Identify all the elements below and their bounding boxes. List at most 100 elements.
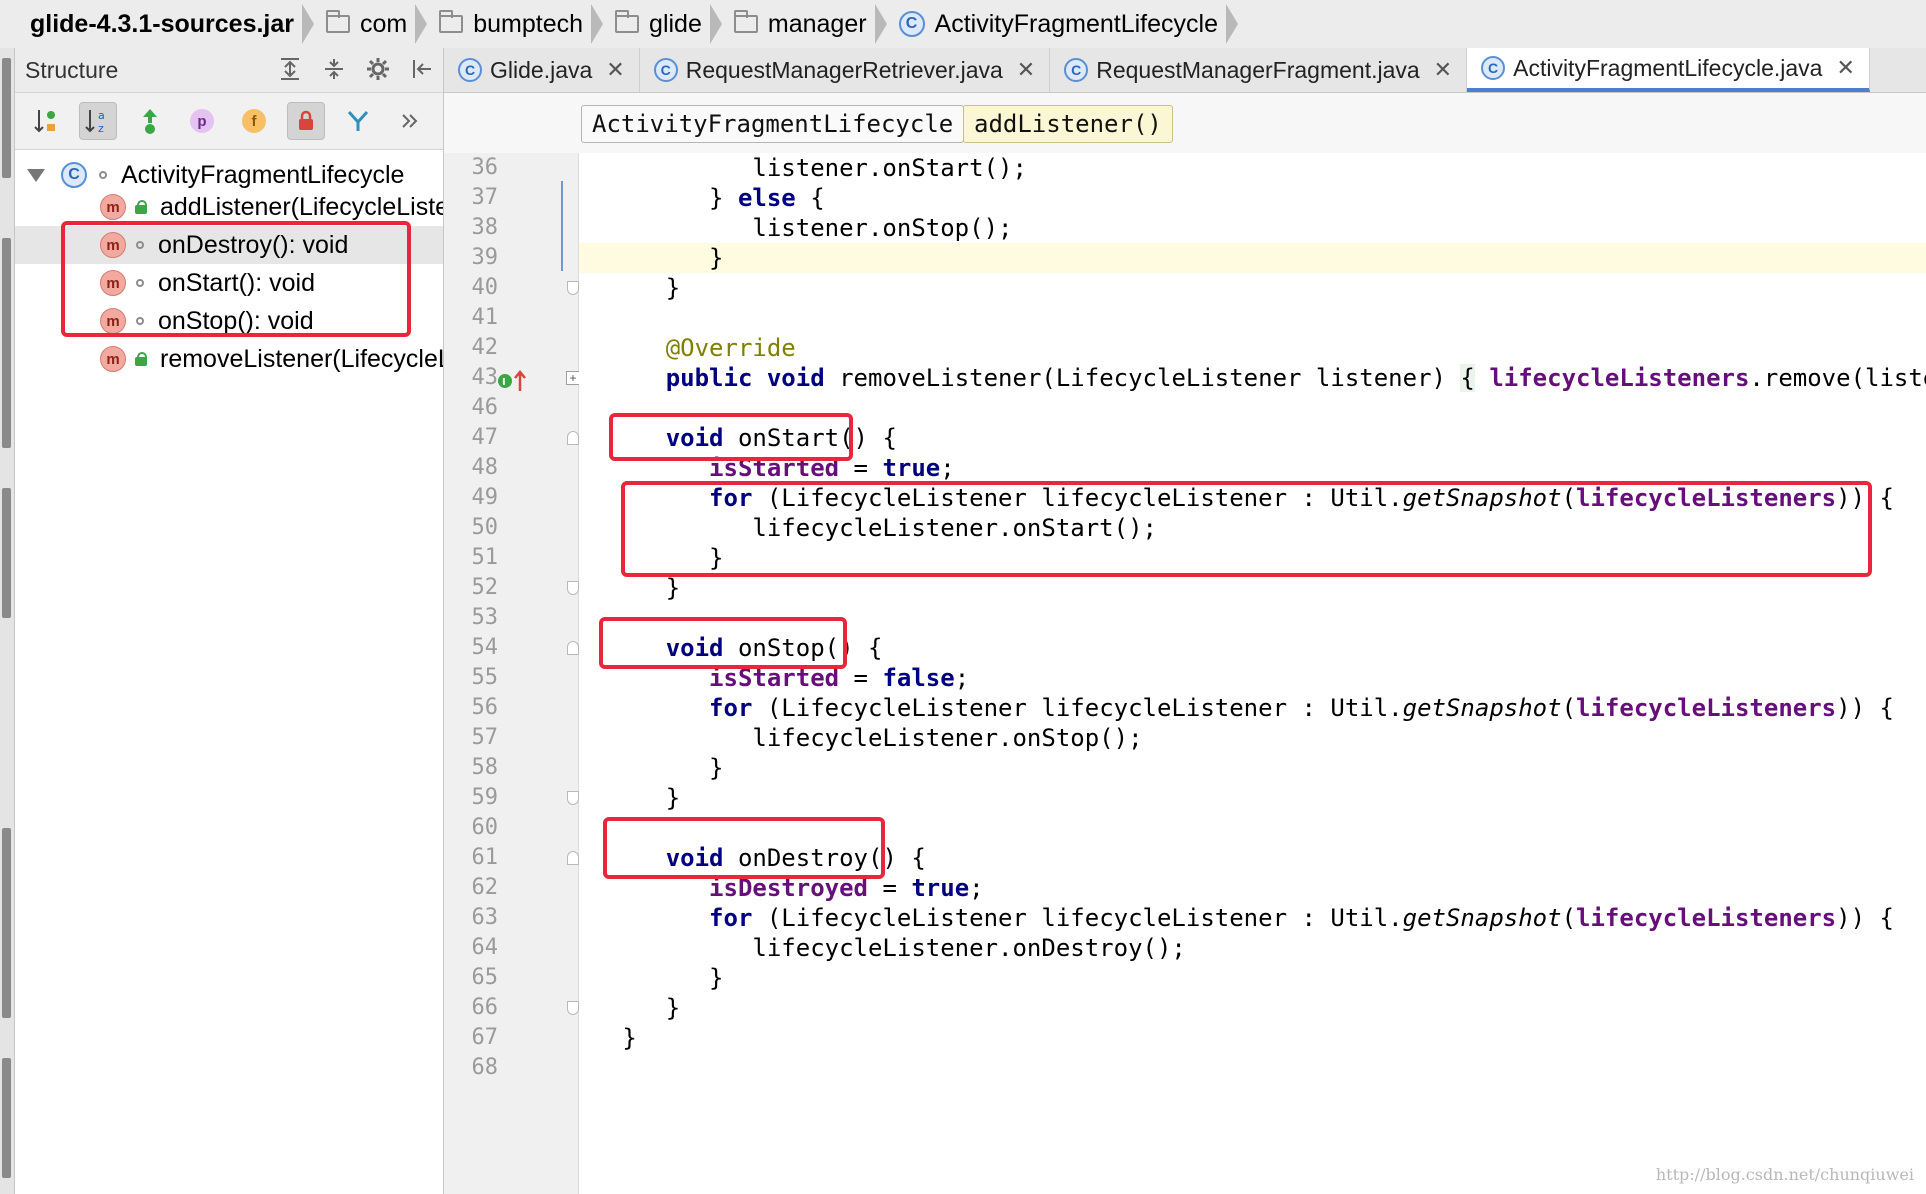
breadcrumb-bumptech[interactable]: bumptech: [429, 0, 605, 48]
breadcrumb-glide[interactable]: glide: [605, 0, 724, 48]
close-icon[interactable]: ✕: [606, 57, 624, 83]
line-number: 60: [471, 815, 499, 840]
show-anonymous-icon[interactable]: [339, 102, 377, 140]
code-text: }: [709, 184, 738, 212]
code-line-43: public void removeListener(LifecycleList…: [579, 363, 1926, 393]
code-text: =: [839, 664, 883, 692]
highlight-box-for-loop: [621, 481, 1872, 577]
breadcrumb-com[interactable]: com: [316, 0, 429, 48]
show-non-public-icon[interactable]: [287, 102, 325, 140]
editor-tab-bar: C Glide.java ✕ C RequestManagerRetriever…: [444, 48, 1926, 93]
editor-breadcrumb: ActivityFragmentLifecycle addListener(): [444, 93, 1926, 154]
code-text: {: [795, 184, 825, 212]
editor-breadcrumb-method[interactable]: addListener(): [963, 105, 1173, 143]
svg-text:a: a: [98, 109, 105, 122]
fold-marker[interactable]: [567, 851, 579, 865]
fold-marker[interactable]: [567, 791, 579, 805]
highlight-box-ondestroy: [603, 817, 885, 879]
more-icon[interactable]: [391, 102, 429, 140]
line-number: 62: [471, 875, 499, 900]
fold-marker[interactable]: [567, 431, 579, 445]
code-keyword: public: [665, 364, 753, 392]
close-icon[interactable]: ✕: [1017, 57, 1035, 83]
code-keyword: false: [882, 664, 955, 692]
show-fields-icon[interactable]: f: [235, 102, 273, 140]
tree-item-removelistener[interactable]: m removeListener(LifecycleListener): voi…: [100, 340, 443, 378]
favorites-tool-button[interactable]: [2, 1058, 11, 1178]
code-text: .remove(listener);: [1749, 364, 1926, 392]
gear-icon[interactable]: [365, 56, 391, 82]
line-number: 48: [471, 455, 499, 480]
folder-icon: [439, 10, 464, 33]
tree-item-label: ActivityFragmentLifecycle: [121, 160, 405, 189]
tab-label: RequestManagerFragment.java: [1096, 56, 1420, 83]
code-line-63: for (LifecycleListener lifecycleListener…: [579, 903, 1926, 933]
line-number: 52: [471, 575, 499, 600]
tab-glide-java[interactable]: C Glide.java ✕: [444, 48, 640, 92]
code-static-call: getSnapshot: [1402, 694, 1562, 722]
code-editor[interactable]: listener.onStart(); } else { listener.on…: [579, 153, 1926, 1194]
show-properties-icon[interactable]: p: [183, 102, 221, 140]
line-number: 39: [471, 245, 499, 270]
tab-requestmanagerfragment-java[interactable]: C RequestManagerFragment.java ✕: [1050, 48, 1468, 92]
code-field: lifecycleListeners: [1576, 904, 1837, 932]
structure-toolbar: az p f: [15, 93, 443, 150]
fold-expand-icon[interactable]: +: [566, 371, 580, 385]
tool-window-stripe: [0, 48, 15, 1194]
line-number: 58: [471, 755, 499, 780]
code-text: }: [709, 964, 724, 992]
tab-requestmanagerretriever-java[interactable]: C RequestManagerRetriever.java ✕: [640, 48, 1051, 92]
code-text: }: [665, 574, 681, 602]
code-keyword: true: [911, 874, 970, 902]
structure-header: Structure: [15, 48, 443, 93]
expand-arrow-icon[interactable]: [27, 168, 45, 182]
fold-marker[interactable]: [567, 1001, 579, 1015]
field-badge: f: [242, 109, 266, 133]
collapse-all-icon[interactable]: [321, 56, 347, 82]
hide-panel-icon[interactable]: [409, 56, 435, 82]
close-icon[interactable]: ✕: [1434, 57, 1452, 83]
code-line-37: } else {: [579, 183, 1926, 213]
breadcrumb-class[interactable]: C ActivityFragmentLifecycle: [889, 0, 1240, 48]
sort-alphabetically-icon[interactable]: az: [79, 102, 117, 140]
breadcrumb-jar[interactable]: glide-4.3.1-sources.jar: [0, 0, 316, 48]
structure-tool-button[interactable]: [2, 238, 11, 448]
class-icon: C: [61, 162, 87, 188]
breadcrumb-manager[interactable]: manager: [724, 0, 889, 48]
property-badge: p: [190, 109, 214, 133]
fold-marker[interactable]: [567, 641, 579, 655]
code-text: )) {: [1836, 904, 1894, 932]
sort-by-visibility-icon[interactable]: [27, 102, 65, 140]
code-text: ;: [940, 454, 955, 482]
line-number: 41: [471, 305, 499, 330]
code-text: }: [665, 784, 681, 812]
expand-all-icon[interactable]: [277, 56, 303, 82]
show-inherited-icon[interactable]: [131, 102, 169, 140]
code-text: }: [709, 754, 724, 782]
close-icon[interactable]: ✕: [1836, 55, 1854, 81]
tab-activityfragmentlifecycle-java[interactable]: C ActivityFragmentLifecycle.java ✕: [1467, 48, 1870, 92]
vcs-change-marker[interactable]: [561, 181, 563, 271]
code-text: (: [1561, 904, 1577, 932]
captures-tool-button[interactable]: [2, 488, 11, 618]
implements-method-icon[interactable]: I: [496, 367, 530, 393]
build-variants-tool-button[interactable]: [2, 828, 11, 1018]
code-line-59: }: [579, 783, 1926, 813]
project-tool-button[interactable]: [2, 58, 11, 178]
code-keyword: void: [766, 364, 825, 392]
line-number: 42: [471, 335, 499, 360]
code-field: lifecycleListeners: [1576, 694, 1837, 722]
code-line-52: }: [579, 573, 1926, 603]
code-text: removeListener(LifecycleListener listene…: [824, 364, 1461, 392]
fold-marker[interactable]: [567, 281, 579, 295]
code-keyword: for: [709, 694, 753, 722]
code-text: lifecycleListener.onStop();: [752, 724, 1143, 752]
line-number: 68: [471, 1055, 499, 1080]
line-number: 63: [471, 905, 499, 930]
line-number: 64: [471, 935, 499, 960]
editor-breadcrumb-class[interactable]: ActivityFragmentLifecycle: [581, 105, 965, 143]
editor-gutter: 36 37 38 39 40 41 42 43 46 47 48 49 50 5…: [444, 153, 580, 1194]
line-number: 55: [471, 665, 499, 690]
fold-marker[interactable]: [567, 581, 579, 595]
method-badge-icon: m: [100, 194, 126, 220]
